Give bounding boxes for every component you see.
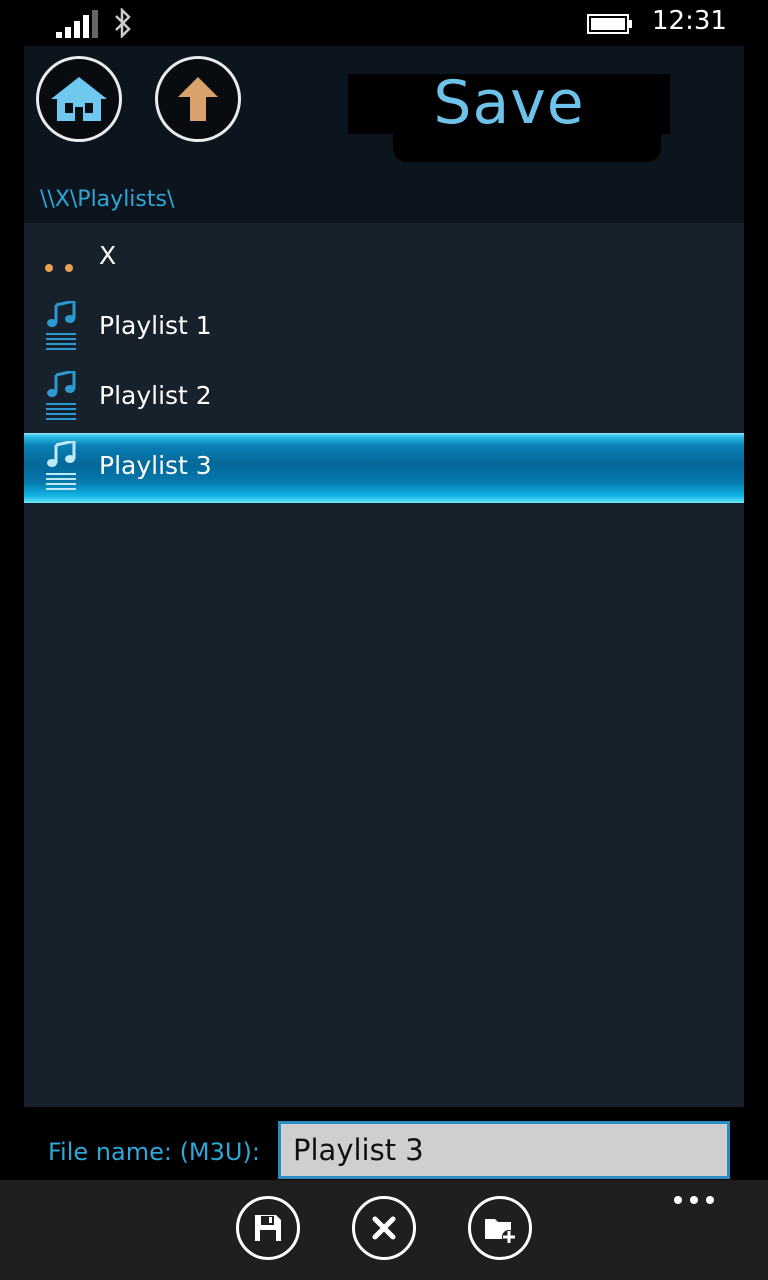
new-folder-icon [485, 1219, 516, 1244]
list-item-parent[interactable]: X [24, 223, 744, 293]
more-icon[interactable] [673, 1194, 715, 1206]
bluetooth-icon [115, 8, 131, 38]
new-folder-button[interactable] [468, 1196, 532, 1260]
status-bar: 12:31 [0, 0, 768, 46]
breadcrumb: \\X\Playlists\ [40, 187, 175, 212]
app-bar [0, 1180, 768, 1280]
file-name-input[interactable] [278, 1121, 730, 1179]
list-item[interactable]: Playlist 2 [24, 363, 744, 433]
list-item[interactable]: Playlist 1 [24, 293, 744, 363]
header: Save \\X\Playlists\ [24, 46, 744, 223]
up-folder-button[interactable] [155, 56, 241, 142]
cancel-button[interactable] [352, 1196, 416, 1260]
file-name-bar: File name: (M3U): [24, 1107, 744, 1180]
home-icon [51, 77, 107, 121]
save-button[interactable] [236, 1196, 300, 1260]
list-item-label: Playlist 3 [99, 451, 212, 480]
playlist-icon [46, 371, 76, 420]
list-item-label: Playlist 2 [99, 381, 212, 410]
file-list: X Playlist 1 Playlist 2 Playlist 3 [24, 223, 744, 1107]
clock: 12:31 [652, 6, 727, 36]
list-item-label: X [99, 241, 117, 270]
file-name-label: File name: (M3U): [48, 1138, 260, 1166]
save-icon [255, 1215, 281, 1241]
parent-dots-icon [45, 264, 73, 272]
page-title: Save [433, 68, 585, 138]
list-item-selected[interactable]: Playlist 3 [24, 433, 744, 503]
playlist-icon [46, 301, 76, 350]
signal-strength-icon [56, 10, 98, 38]
cancel-icon [372, 1216, 396, 1240]
home-button[interactable] [36, 56, 122, 142]
battery-icon [587, 14, 632, 34]
playlist-icon [46, 441, 76, 490]
list-item-label: Playlist 1 [99, 311, 212, 340]
up-arrow-icon [178, 77, 218, 121]
save-dialog: Save \\X\Playlists\ X Playlist 1 Playlis… [24, 46, 744, 1180]
